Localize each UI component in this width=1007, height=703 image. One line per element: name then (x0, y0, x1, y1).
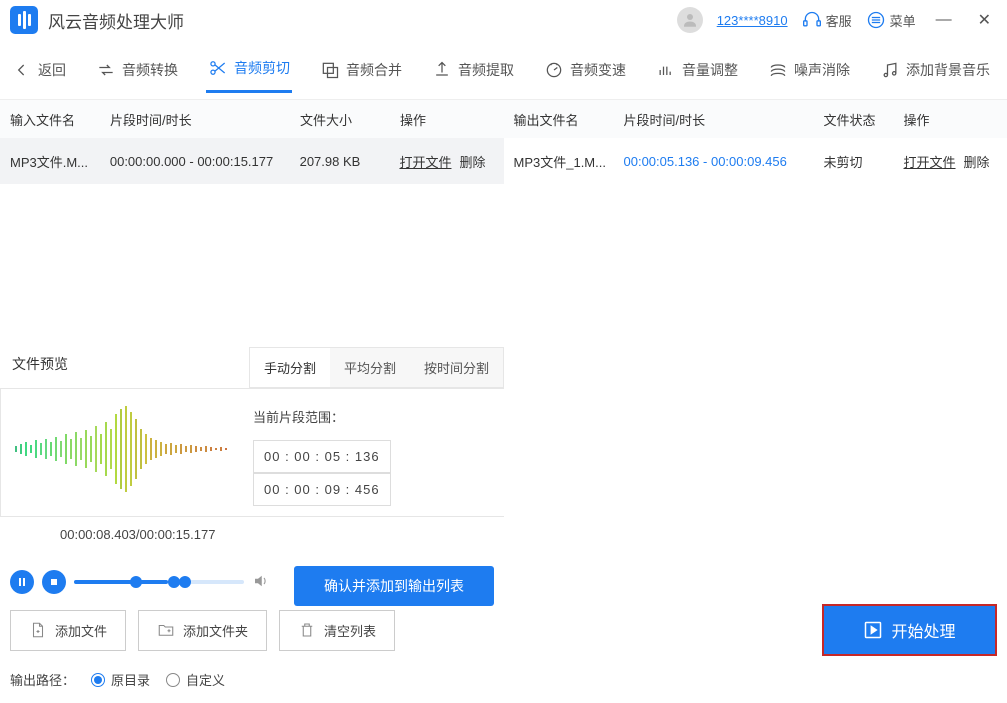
support-link[interactable]: 客服 (802, 10, 852, 30)
range-thumb-start[interactable] (130, 576, 142, 588)
tab-cut[interactable]: 音频剪切 (206, 46, 292, 93)
volume-icon[interactable] (252, 572, 272, 593)
delete-link[interactable]: 删除 (459, 155, 485, 170)
input-file-name: MP3文件.M... (10, 152, 110, 171)
minimize-button[interactable]: — (930, 11, 958, 29)
radio-custom-dir[interactable]: 自定义 (166, 670, 225, 689)
output-row[interactable]: MP3文件_1.M... 00:00:05.136 - 00:00:09.456… (504, 138, 1007, 184)
user-avatar-icon[interactable] (677, 7, 703, 33)
tab-merge[interactable]: 音频合并 (318, 48, 404, 92)
stop-button[interactable] (42, 570, 66, 594)
tab-convert[interactable]: 音频转换 (94, 48, 180, 92)
add-folder-button[interactable]: 添加文件夹 (138, 610, 267, 651)
col-out-name: 输出文件名 (514, 110, 624, 129)
app-logo (10, 6, 38, 34)
output-path-label: 输出路径： (10, 670, 75, 689)
tab-extract[interactable]: 音频提取 (430, 48, 516, 92)
col-out-action: 操作 (904, 110, 998, 129)
progress-track[interactable] (74, 580, 244, 584)
start-process-button[interactable]: 开始处理 (822, 604, 997, 656)
clear-list-button[interactable]: 清空列表 (279, 610, 395, 651)
input-file-time: 00:00:00.000 - 00:00:15.177 (110, 154, 300, 169)
seg-tab-average[interactable]: 平均分割 (330, 348, 410, 387)
col-input-action: 操作 (400, 110, 494, 129)
back-button[interactable]: 返回 (10, 48, 68, 92)
col-input-size: 文件大小 (300, 110, 400, 129)
playback-time: 00:00:08.403/00:00:15.177 (60, 527, 504, 542)
tab-speed[interactable]: 音频变速 (542, 48, 628, 92)
add-file-button[interactable]: 添加文件 (10, 610, 126, 651)
output-file-time: 00:00:05.136 - 00:00:09.456 (624, 154, 824, 169)
col-input-time: 片段时间/时长 (110, 110, 300, 129)
delete-output-link[interactable]: 删除 (964, 155, 990, 170)
tab-bgm[interactable]: 添加背景音乐 (878, 48, 992, 92)
close-button[interactable]: ✕ (972, 10, 997, 30)
radio-original-dir[interactable]: 原目录 (91, 670, 150, 689)
output-file-name: MP3文件_1.M... (514, 152, 624, 171)
range-start-input[interactable]: 00 : 00 : 05 : 136 (253, 440, 391, 473)
app-title: 风云音频处理大师 (48, 8, 184, 33)
play-button[interactable] (10, 570, 34, 594)
waveform-display[interactable] (11, 399, 241, 499)
open-file-link[interactable]: 打开文件 (399, 155, 451, 170)
range-end-input[interactable]: 00 : 00 : 09 : 456 (253, 473, 391, 506)
range-label: 当前片段范围： (253, 407, 494, 426)
preview-title: 文件预览 (0, 340, 80, 388)
tab-noise[interactable]: 噪声消除 (766, 48, 852, 92)
tab-volume[interactable]: 音量调整 (654, 48, 740, 92)
user-id-link[interactable]: 123****8910 (717, 13, 788, 28)
output-file-status: 未剪切 (824, 152, 904, 171)
input-row[interactable]: MP3文件.M... 00:00:00.000 - 00:00:15.177 2… (0, 138, 504, 184)
menu-button[interactable]: 菜单 (866, 10, 916, 30)
playhead-thumb[interactable] (168, 576, 180, 588)
open-output-link[interactable]: 打开文件 (904, 155, 956, 170)
seg-tab-bytime[interactable]: 按时间分割 (410, 348, 503, 387)
col-input-name: 输入文件名 (10, 110, 110, 129)
col-out-time: 片段时间/时长 (624, 110, 824, 129)
col-out-status: 文件状态 (824, 110, 904, 129)
range-thumb-end[interactable] (179, 576, 191, 588)
input-file-size: 207.98 KB (300, 154, 400, 169)
seg-tab-manual[interactable]: 手动分割 (250, 348, 330, 387)
